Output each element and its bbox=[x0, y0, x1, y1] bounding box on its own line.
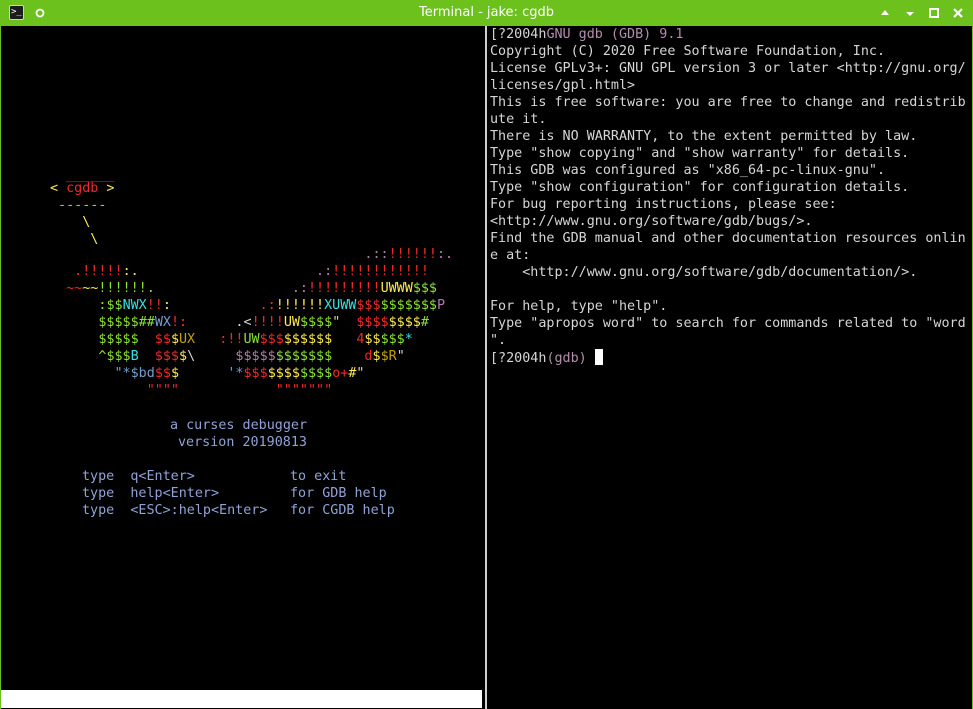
ascii-art-row: "*$bd$$$ '*$$$$$$$$$$$o+#" bbox=[50, 366, 365, 381]
gdb-output-line: This GDB was configured as "x86_64-pc-li… bbox=[490, 163, 886, 178]
source-status-bar bbox=[1, 690, 482, 708]
ascii-art-row: :$$NWX!!: .:!!!!!!XUWW$$$$$$$$$$P bbox=[50, 298, 446, 313]
help-row: type q<Enter> bbox=[82, 469, 195, 484]
window-title: Terminal - jake: cgdb bbox=[419, 5, 554, 20]
gdb-output-line: Type "show copying" and "show warranty" … bbox=[490, 146, 910, 161]
close-icon[interactable] bbox=[951, 6, 965, 20]
logo-tail-1: \ bbox=[50, 215, 91, 230]
help-row: type <ESC>:help<Enter> bbox=[82, 503, 268, 518]
ascii-art-row: """" """"""" bbox=[50, 383, 333, 398]
gdb-output-line: <http://www.gnu.org/software/gdb/bugs/>. bbox=[490, 214, 813, 229]
logo-speech-bubble: < cgdb > bbox=[50, 181, 115, 196]
arrow-up-icon[interactable] bbox=[878, 6, 892, 20]
ascii-art-row: .::!!!!!!:. bbox=[50, 247, 454, 262]
version-text: version 20190813 bbox=[178, 435, 307, 450]
gdb-output-line: licenses/gpl.html> bbox=[490, 78, 636, 93]
minimize-icon[interactable] bbox=[903, 6, 917, 20]
gdb-output-line: Copyright (C) 2020 Free Software Foundat… bbox=[490, 44, 886, 59]
gdb-output-line: Find the GDB manual and other documentat… bbox=[490, 231, 966, 246]
gdb-console-pane[interactable]: [?2004hGNU gdb (GDB) 9.1 Copyright (C) 2… bbox=[487, 26, 972, 709]
gdb-output-line: Type "show configuration" for configurat… bbox=[490, 180, 910, 195]
gdb-output-line: <http://www.gnu.org/software/gdb/documen… bbox=[490, 265, 918, 280]
help-action: for CGDB help bbox=[290, 503, 395, 518]
title-bar[interactable]: >_ Terminal - jake: cgdb bbox=[0, 0, 973, 26]
gdb-output-line: ". bbox=[490, 333, 507, 348]
help-row: type help<Enter> bbox=[82, 486, 220, 501]
gdb-output-line: e at: bbox=[490, 248, 531, 263]
tagline: a curses debugger bbox=[170, 418, 308, 433]
gdb-prompt-line[interactable]: [?2004h(gdb) bbox=[490, 349, 603, 366]
logo-name: cgdb bbox=[66, 181, 99, 196]
gdb-output-line: For bug reporting instructions, please s… bbox=[490, 197, 837, 212]
ascii-art-row: $$$$$ $$$UX :!!UW$$$$$$$$$ 4$$$$$* bbox=[50, 332, 413, 347]
source-pane[interactable]: ______ < cgdb > ------ \ \ .::!!!!!!:. .… bbox=[1, 26, 485, 709]
ascii-art-row: $$$$$##WX!: .<!!!!UW$$$$" $$$$$$$$# bbox=[50, 315, 429, 330]
gdb-output-line: ute it. bbox=[490, 112, 547, 127]
text-cursor bbox=[594, 349, 603, 365]
help-action: for GDB help bbox=[290, 486, 387, 501]
gdb-output-line: Type "apropos word" to search for comman… bbox=[490, 316, 966, 331]
gdb-prompt: (gdb) bbox=[546, 351, 587, 366]
gdb-output-line: License GPLv3+: GNU GPL version 3 or lat… bbox=[490, 61, 966, 76]
gdb-output-line: For help, type "help". bbox=[490, 299, 668, 314]
gdb-output-line: There is NO WARRANTY, to the extent perm… bbox=[490, 129, 918, 144]
ascii-art-row: ~~~~!!!!!!. .:!!!!!!!!!UWWW$$$ bbox=[50, 281, 437, 296]
gdb-banner: [?2004hGNU gdb (GDB) 9.1 bbox=[490, 27, 684, 42]
logo-bottom-border: ------ bbox=[50, 198, 107, 213]
ascii-art-row: ^$$$B $$$$\ $$$$$$$$$$$$ d$$R" bbox=[50, 349, 405, 364]
help-action: to exit bbox=[290, 469, 347, 484]
maximize-icon[interactable] bbox=[927, 6, 941, 20]
ascii-art-row: .!!!!!:. .:!!!!!!!!!!!! bbox=[50, 264, 429, 279]
gdb-output-line: This is free software: you are free to c… bbox=[490, 95, 966, 110]
